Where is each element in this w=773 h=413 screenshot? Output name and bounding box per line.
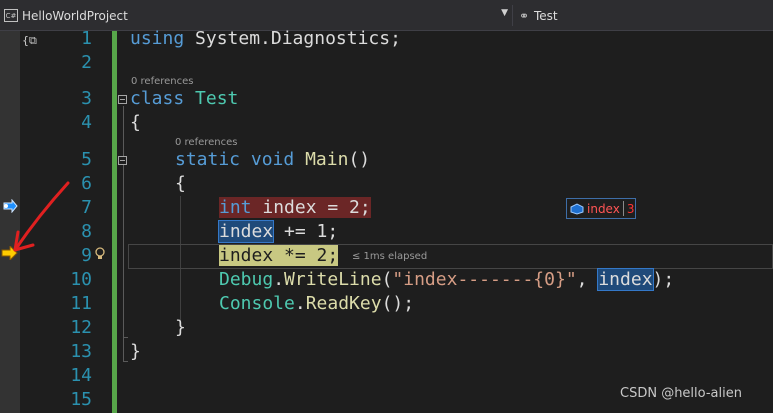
project-dropdown-label: HelloWorldProject <box>22 8 128 23</box>
code-line-13[interactable]: } <box>130 340 141 364</box>
class-references-codelens[interactable]: 0 references <box>131 76 194 87</box>
csharp-project-icon: C# <box>4 9 18 22</box>
assignment-text: += 1; <box>273 221 339 242</box>
collapse-class-toggle[interactable] <box>118 95 127 104</box>
static-keyword: static <box>175 149 241 170</box>
collapse-method-toggle[interactable] <box>118 156 127 165</box>
line-number: 1 <box>81 28 92 49</box>
lightbulb-icon[interactable] <box>94 246 106 262</box>
console-class: Console <box>219 293 295 314</box>
class-dropdown[interactable]: ⚭ Test <box>514 5 773 26</box>
class-icon: ⚭ <box>518 8 530 23</box>
code-line-3[interactable]: class Test <box>130 87 238 111</box>
index-reference-highlight[interactable]: index <box>597 268 654 291</box>
outline-guide-end <box>123 361 128 362</box>
class-name: Test <box>195 88 239 109</box>
index-variable[interactable]: index <box>219 245 273 266</box>
code-line-4[interactable]: { <box>130 111 141 135</box>
watermark: CSDN @hello-alien <box>620 386 742 401</box>
code-line-6[interactable]: { <box>175 172 186 196</box>
dot: . <box>294 293 306 314</box>
comma: , <box>576 269 599 290</box>
line-number: 9 <box>81 245 92 266</box>
dropdown-divider <box>512 5 513 26</box>
code-line-5[interactable]: static void Main() <box>175 148 370 172</box>
perf-tip[interactable]: ≤ 1ms elapsed <box>352 251 427 262</box>
line-number: 10 <box>70 269 92 290</box>
line-number: 2 <box>81 52 92 73</box>
current-statement-highlight: index *= 2; <box>219 245 339 266</box>
outline-guide-end <box>123 337 128 338</box>
class-dropdown-label: Test <box>534 8 558 23</box>
line-number: 4 <box>81 112 92 133</box>
code-line-11[interactable]: Console.ReadKey(); <box>219 292 414 316</box>
format-string: "index-------{0}" <box>392 269 577 290</box>
line-number: 11 <box>70 293 92 314</box>
chevron-down-icon: ▼ <box>501 8 508 18</box>
line-number: 8 <box>81 221 92 242</box>
parens: () <box>348 149 371 170</box>
writeline-method: WriteLine <box>284 269 382 290</box>
open-paren: ( <box>381 269 393 290</box>
namespace-text: System.Diagnostics; <box>184 28 401 49</box>
close-paren: ); <box>652 269 675 290</box>
code-line-1[interactable]: using System.Diagnostics; <box>130 27 401 51</box>
field-icon <box>570 202 584 215</box>
change-tracking-bar <box>112 31 117 413</box>
void-keyword: void <box>250 149 295 170</box>
datatip-variable-name: index <box>587 201 620 216</box>
line-number: 7 <box>81 197 92 218</box>
debug-class: Debug <box>219 269 274 290</box>
scope-icon: {⧉ <box>22 34 37 47</box>
call-parens: (); <box>381 293 415 314</box>
outline-guide <box>123 167 124 337</box>
code-line-9[interactable]: index *= 2; <box>219 244 339 268</box>
line-number: 6 <box>81 173 92 194</box>
project-dropdown[interactable]: C# HelloWorldProject ▼ <box>2 5 512 26</box>
index-reference-highlight[interactable]: index <box>217 220 275 243</box>
code-line-12[interactable]: } <box>175 316 186 340</box>
class-keyword: class <box>130 88 185 109</box>
datatip-divider <box>622 201 624 216</box>
line-number: 15 <box>70 389 92 410</box>
dot: . <box>273 269 285 290</box>
line-number: 12 <box>70 317 92 338</box>
method-references-codelens[interactable]: 0 references <box>175 137 238 148</box>
line-number: 14 <box>70 365 92 386</box>
line-number: 13 <box>70 341 92 362</box>
readkey-method: ReadKey <box>305 293 382 314</box>
method-name: Main <box>305 149 349 170</box>
pinned-datatip[interactable]: index 3 <box>566 198 636 219</box>
code-line-8[interactable]: index += 1; <box>217 220 339 244</box>
int-keyword: int <box>219 197 252 218</box>
line-number: 5 <box>81 149 92 170</box>
using-keyword: using <box>130 28 185 49</box>
code-line-7[interactable]: int index = 2; <box>219 196 371 220</box>
declaration-text: index = 2; <box>251 197 371 218</box>
datatip-value[interactable]: 3 <box>627 202 635 216</box>
line-number: 3 <box>81 88 92 109</box>
multiply-assign-text: *= 2; <box>273 245 339 266</box>
breakpoint-highlight: int index = 2; <box>219 197 371 218</box>
code-line-10[interactable]: Debug.WriteLine("index-------{0}", index… <box>219 268 674 292</box>
